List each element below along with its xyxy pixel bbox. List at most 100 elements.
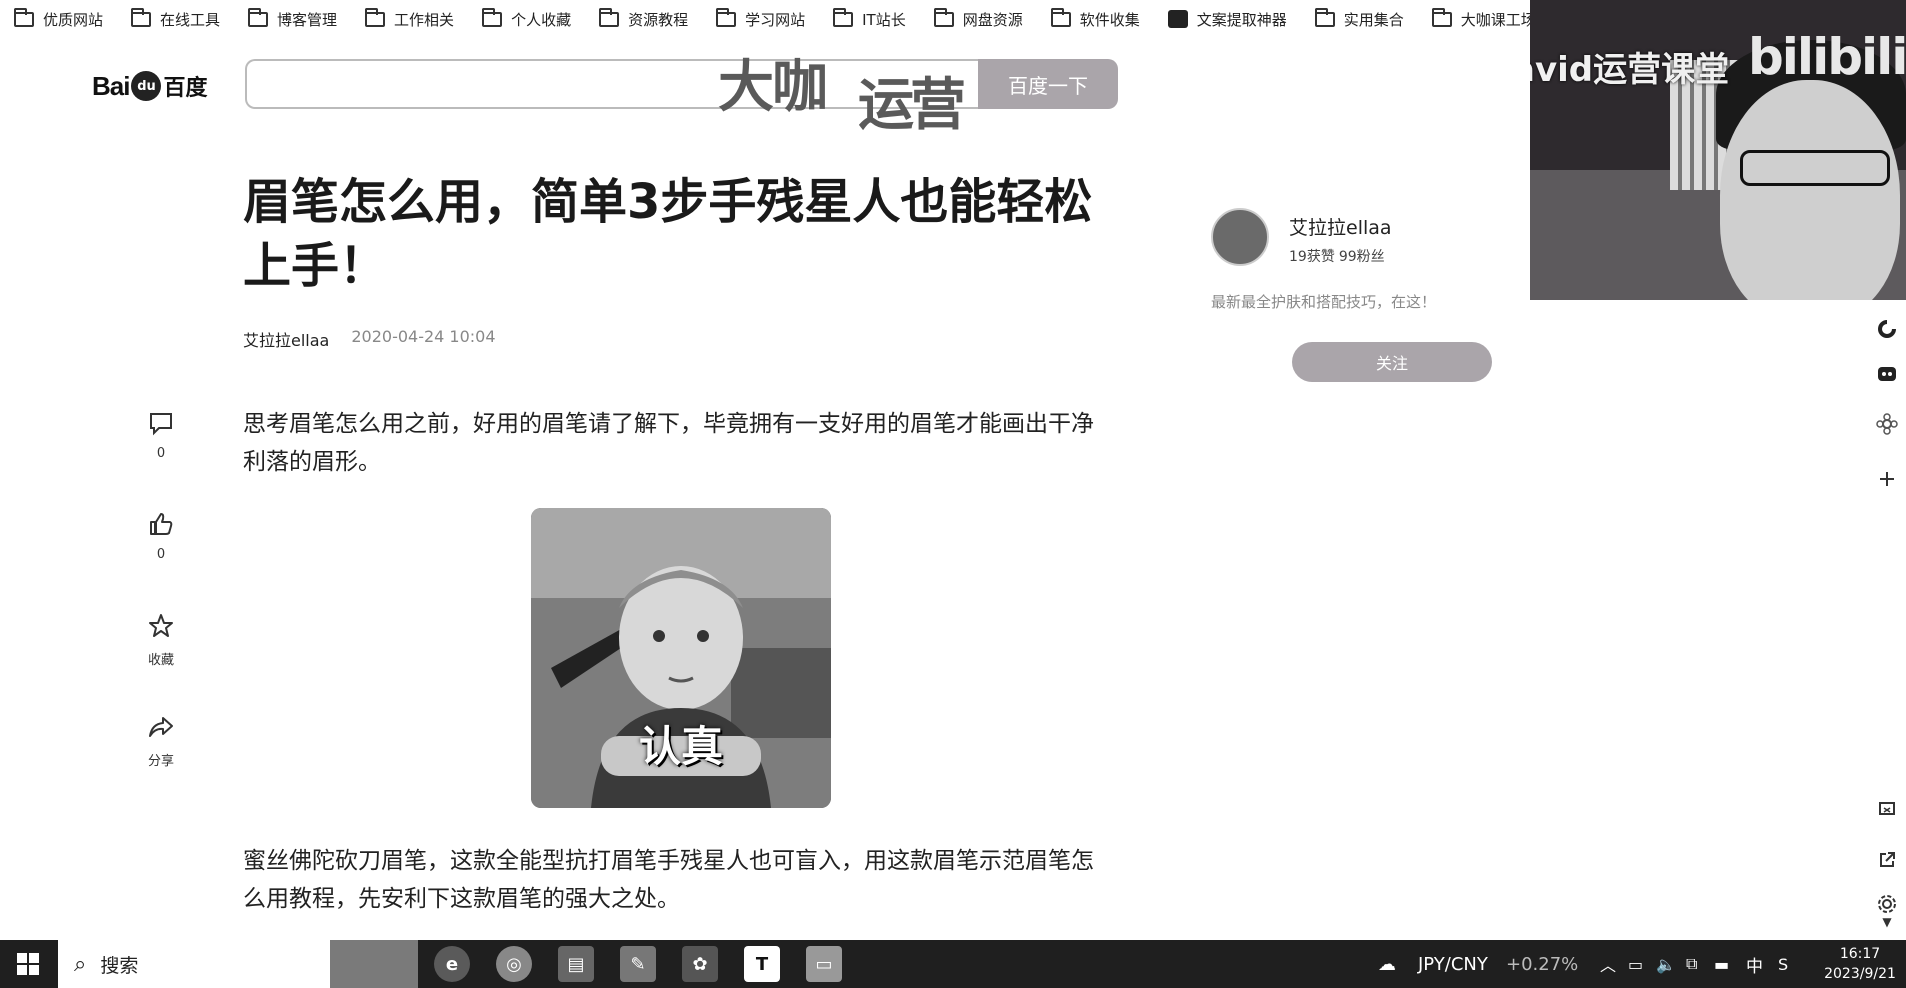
folder-icon bbox=[716, 7, 737, 27]
notes-app-icon[interactable]: ▤ bbox=[558, 946, 594, 982]
comment-action[interactable]: 0 bbox=[140, 410, 182, 461]
bookmark-label: 博客管理 bbox=[277, 10, 338, 29]
article-title: 眉笔怎么用，简单3步手残星人也能轻松上手！ bbox=[243, 174, 1093, 294]
webcam-face bbox=[1720, 80, 1900, 300]
webcam-overlay: avid运营课堂 bilibili bbox=[1530, 0, 1906, 300]
bookmark-item[interactable]: 网盘资源 bbox=[933, 5, 1023, 33]
refresh-icon[interactable] bbox=[1868, 310, 1906, 348]
bookmark-label: 优质网站 bbox=[43, 10, 104, 29]
logo-text-baidu-cn: 百度 bbox=[163, 76, 208, 101]
search-icon: ⌕ bbox=[74, 951, 87, 977]
article-paragraph: 思考眉笔怎么用之前，好用的眉笔请了解下，毕竟拥有一支好用的眉笔才能画出干净利落的… bbox=[243, 411, 1094, 475]
chevron-up-icon[interactable]: ︿ bbox=[1600, 940, 1616, 988]
share-action[interactable]: 分享 bbox=[140, 714, 182, 769]
comment-icon bbox=[150, 413, 172, 436]
bookmark-label: 实用集合 bbox=[1343, 10, 1404, 29]
webcam-channel-text: avid运营课堂 bbox=[1530, 50, 1730, 90]
author-likes: 19获赞 bbox=[1289, 249, 1335, 265]
pinwheel-app-icon[interactable]: ✿ bbox=[682, 946, 718, 982]
author-card-name[interactable]: 艾拉拉ellaa bbox=[1289, 213, 1392, 240]
folder-icon bbox=[1050, 7, 1071, 27]
author-avatar[interactable] bbox=[1211, 208, 1269, 266]
folder-icon bbox=[1314, 7, 1335, 27]
bookmark-item[interactable]: 工作相关 bbox=[365, 5, 454, 33]
ime-indicator[interactable]: 中 bbox=[1746, 940, 1763, 988]
battery-icon[interactable]: ▬ bbox=[1714, 940, 1729, 988]
bookmark-label: 大咖课工场 bbox=[1460, 10, 1530, 29]
typora-app-icon[interactable]: T bbox=[744, 946, 780, 982]
bookmark-item[interactable]: 软件收集 bbox=[1050, 5, 1140, 33]
image-caption: 认真 bbox=[638, 722, 723, 771]
folder-icon bbox=[833, 7, 854, 27]
input-tool-icon[interactable]: ⧉ bbox=[1686, 940, 1697, 988]
screenshot-icon[interactable] bbox=[1868, 790, 1906, 828]
bookmarks-bar: 优质网站 在线工具 博客管理 工作相关 个人收藏 资源教程 学习网站 IT站长 网盘资源 软件收集… bbox=[0, 0, 1530, 38]
bookmark-item[interactable]: 博客管理 bbox=[248, 5, 337, 33]
watermark-line-1: 大咖 bbox=[718, 55, 828, 120]
bookmark-label: 个人收藏 bbox=[511, 10, 572, 29]
like-count: 0 bbox=[156, 547, 166, 562]
search-highlight-image bbox=[330, 940, 418, 988]
favorite-label: 收藏 bbox=[147, 653, 174, 668]
article-date: 2020-04-24 10:04 bbox=[351, 327, 496, 346]
share-icon bbox=[149, 717, 173, 737]
bilibili-logo: bilibili bbox=[1748, 28, 1906, 86]
like-action[interactable]: 0 bbox=[140, 511, 182, 562]
favorite-action[interactable]: 收藏 bbox=[140, 613, 182, 668]
folder-icon bbox=[1431, 7, 1452, 27]
folder-icon bbox=[14, 7, 34, 27]
bookmark-label: 学习网站 bbox=[745, 10, 806, 29]
bookmark-item[interactable]: 优质网站 bbox=[14, 5, 103, 33]
bookmark-label: 软件收集 bbox=[1079, 10, 1140, 29]
bookmark-item[interactable]: 学习网站 bbox=[716, 5, 805, 33]
logo-text-bai: Bai bbox=[92, 70, 130, 101]
folder-icon bbox=[482, 7, 503, 27]
taskbar-search[interactable]: ⌕ 搜索 bbox=[58, 940, 418, 988]
paint-app-icon[interactable]: ✎ bbox=[620, 946, 656, 982]
folder-icon bbox=[131, 7, 152, 27]
chrome-icon[interactable]: ◎ bbox=[496, 946, 532, 982]
currency-pair[interactable]: JPY/CNY bbox=[1418, 940, 1488, 988]
baidu-logo[interactable]: Bai du 百度 bbox=[92, 64, 222, 108]
taskbar-clock[interactable]: 16:17 2023/9/21 bbox=[1818, 944, 1902, 984]
watermark-logo: 大咖 运营 bbox=[718, 34, 978, 138]
comment-count: 0 bbox=[156, 446, 166, 461]
app-icon[interactable] bbox=[1868, 355, 1906, 393]
bookmark-item[interactable]: 实用集合 bbox=[1314, 5, 1404, 33]
bookmark-item[interactable]: 大咖课工场 bbox=[1431, 5, 1530, 33]
file-explorer-icon[interactable]: ▭ bbox=[806, 946, 842, 982]
star-icon bbox=[149, 614, 173, 637]
search-button[interactable]: 百度一下 bbox=[978, 59, 1118, 109]
flower-icon[interactable] bbox=[1868, 405, 1906, 443]
scroll-down-arrow-icon[interactable]: ▼ bbox=[1868, 912, 1906, 932]
bookmark-label: 网盘资源 bbox=[962, 10, 1023, 29]
network-icon[interactable]: ▭ bbox=[1628, 940, 1643, 988]
bookmark-item[interactable]: 资源教程 bbox=[599, 5, 688, 33]
bookmark-item[interactable]: 文案提取神器 bbox=[1167, 5, 1287, 33]
right-sidebar: ▼ bbox=[1868, 300, 1906, 940]
bookmark-item[interactable]: 个人收藏 bbox=[482, 5, 571, 33]
edge-browser-icon[interactable]: e bbox=[434, 946, 470, 982]
windows-taskbar: ⌕ 搜索 e ◎ ▤ ✎ ✿ T ▭ ☁ JPY/CNY +0.27% ︿ ▭ … bbox=[0, 940, 1906, 988]
follow-button[interactable]: 关注 bbox=[1292, 342, 1492, 382]
webcam-glasses bbox=[1740, 150, 1890, 186]
article-paragraph: 蜜丝佛陀砍刀眉笔，这款全能型抗打眉笔手残星人也可盲入，用这款眉笔示范眉笔怎么用教… bbox=[243, 848, 1094, 912]
external-link-icon[interactable] bbox=[1868, 841, 1906, 879]
windows-logo-icon bbox=[17, 953, 39, 975]
bookmark-item[interactable]: IT站长 bbox=[833, 5, 906, 33]
bookmark-item[interactable]: 在线工具 bbox=[131, 5, 220, 33]
clock-time: 16:17 bbox=[1839, 946, 1881, 962]
bookmark-label: 资源教程 bbox=[628, 10, 689, 29]
clock-date: 2023/9/21 bbox=[1824, 966, 1896, 982]
start-button[interactable] bbox=[0, 940, 56, 988]
app-icon bbox=[1167, 10, 1188, 28]
volume-icon[interactable]: 🔈 bbox=[1656, 940, 1676, 988]
watermark-line-2: 运营 bbox=[858, 73, 966, 138]
currency-change: +0.27% bbox=[1506, 953, 1579, 975]
folder-icon bbox=[599, 7, 620, 27]
plus-icon[interactable] bbox=[1868, 460, 1906, 498]
sogou-icon[interactable]: S bbox=[1778, 940, 1788, 988]
weather-icon[interactable]: ☁ bbox=[1378, 940, 1396, 988]
author-bio: 最新最全护肤和搭配技巧，在这！ bbox=[1211, 293, 1437, 311]
article-author-link[interactable]: 艾拉拉ellaa bbox=[243, 327, 329, 351]
